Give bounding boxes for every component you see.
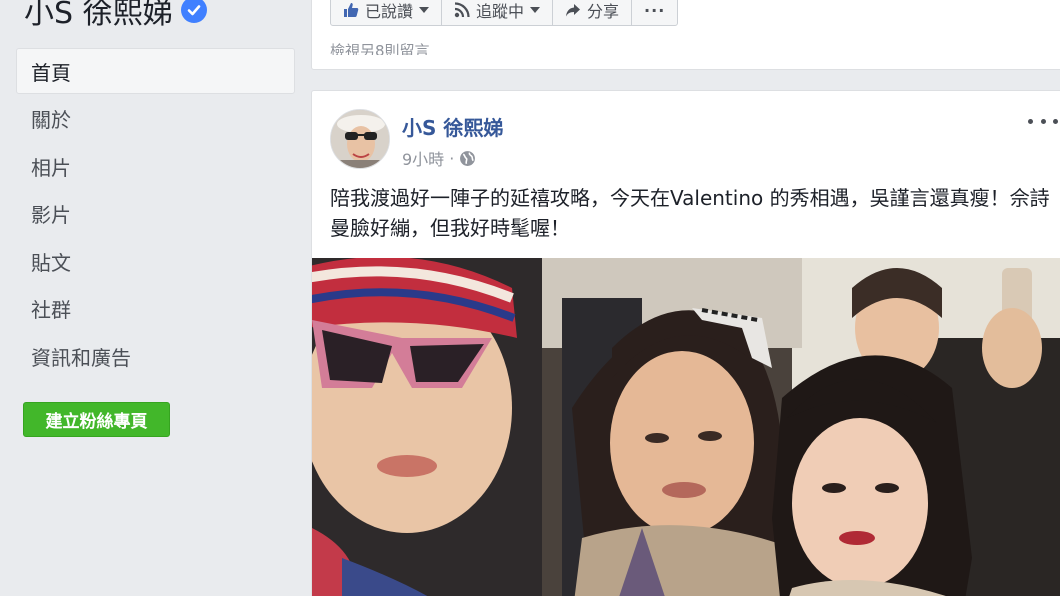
dot-icon (1028, 118, 1033, 124)
sidebar-item-about[interactable]: 關於 (16, 96, 295, 142)
sidebar-item-label: 首頁 (31, 60, 71, 85)
thumbs-up-icon (344, 3, 359, 17)
chevron-down-icon (419, 7, 430, 13)
sidebar-item-label: 影片 (31, 203, 71, 227)
sidebar-item-videos[interactable]: 影片 (16, 191, 295, 237)
avatar[interactable] (330, 109, 390, 169)
rss-icon (454, 2, 470, 18)
sidebar-nav: 首頁 關於 相片 影片 貼文 社群 資訊和廣告 (16, 48, 295, 381)
following-label: 追蹤中 (476, 2, 525, 21)
sidebar-item-label: 相片 (31, 155, 71, 180)
post-meta: 9小時 · (402, 146, 476, 170)
meta-separator: · (449, 148, 455, 168)
dot-icon (1053, 118, 1058, 124)
sidebar-item-label: 貼文 (31, 250, 71, 275)
sidebar-item-home[interactable]: 首頁 (16, 48, 295, 94)
post-timestamp[interactable]: 9小時 (402, 146, 444, 170)
left-column: 小S 徐熙娣 首頁 關於 相片 影片 貼文 社群 資訊和廣告 建立粉絲專頁 (0, 0, 310, 596)
sidebar-item-label: 關於 (31, 108, 71, 132)
sidebar-item-posts[interactable]: 貼文 (16, 238, 295, 284)
more-options-button[interactable]: ··· (632, 0, 677, 25)
page-action-bar: 已說讚 追蹤中 分享 ··· (330, 0, 679, 26)
share-button[interactable]: 分享 (553, 0, 633, 25)
sidebar-item-label: 社群 (31, 298, 71, 322)
liked-label: 已說讚 (365, 2, 414, 21)
post-author-link[interactable]: 小S 徐熙娣 (402, 112, 503, 141)
sidebar-item-photos[interactable]: 相片 (16, 143, 295, 189)
globe-icon[interactable] (459, 150, 476, 167)
following-button[interactable]: 追蹤中 (442, 0, 554, 25)
facebook-page: 小S 徐熙娣 首頁 關於 相片 影片 貼文 社群 資訊和廣告 建立粉絲專頁 已說… (0, 0, 1060, 596)
page-title-text: 小S 徐熙娣 (24, 0, 173, 31)
liked-button[interactable]: 已說讚 (331, 0, 443, 25)
post-options-button[interactable] (1028, 111, 1058, 131)
post-message: 陪我渡過好一陣子的延禧攻略，今天在Valentino 的秀相遇，吳謹言還真瘦！佘… (330, 186, 1050, 240)
sidebar-item-label: 資訊和廣告 (31, 345, 131, 370)
chevron-down-icon (530, 7, 541, 13)
sidebar-item-info-and-ads[interactable]: 資訊和廣告 (16, 333, 295, 379)
dot-icon (1040, 118, 1046, 124)
post-card: 小S 徐熙娣 9小時 · 陪我渡過好一陣子的延禧攻略，今天在Valentino … (311, 90, 1060, 596)
verified-badge-icon (180, 0, 207, 23)
create-page-button[interactable]: 建立粉絲專頁 (23, 402, 170, 437)
page-title: 小S 徐熙娣 (24, 0, 207, 32)
more-label: ··· (644, 0, 666, 20)
view-more-comments-link[interactable]: 檢視另8則留言 (330, 39, 430, 55)
sidebar-item-community[interactable]: 社群 (16, 286, 295, 332)
share-label: 分享 (587, 2, 620, 21)
share-arrow-icon (566, 4, 581, 17)
post-photo[interactable] (312, 258, 1060, 596)
